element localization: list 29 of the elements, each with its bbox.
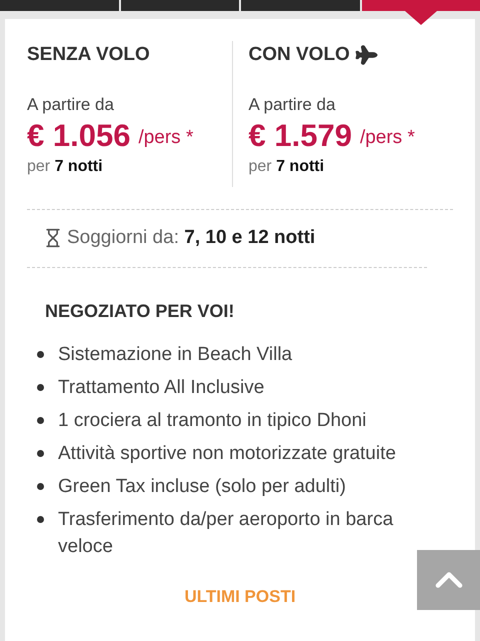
from-label: A partire da (27, 94, 115, 116)
bullet-icon (37, 450, 44, 456)
from-label: A partire da (248, 94, 336, 116)
feature-text: Trasferimento da/per aeroporto in barca veloce (58, 508, 394, 558)
stays-text: Soggiorni da: 7, 10 e 12 notti (67, 226, 316, 250)
feature-text: Attività sportive non motorizzate gratuite (58, 442, 396, 466)
bullet-icon (37, 350, 44, 358)
nights-text: per 7 notti (248, 157, 326, 177)
price-unit: /pers * (360, 126, 415, 150)
scroll-top-button[interactable] (417, 550, 480, 610)
nights-text: per 7 notti (27, 157, 104, 177)
bullet-icon (37, 482, 44, 490)
price: € 1.056 (27, 117, 130, 155)
feature-text: 1 crociera al tramonto in tipico Dhoni (58, 408, 366, 432)
price-unit: /pers * (138, 126, 194, 150)
offer-title: CON VOLO (248, 43, 350, 67)
feature-text: Green Tax incluse (solo per adulti) (58, 474, 346, 498)
offer-title: SENZA VOLO (27, 43, 150, 67)
bullet-icon (37, 384, 44, 390)
tab[interactable] (120, 0, 239, 11)
bullet-icon (37, 416, 44, 424)
section-title: NEGOZIATO PER VOI! (45, 300, 234, 320)
feature-text: Sistemazione in Beach Villa (58, 342, 292, 366)
tab[interactable] (241, 0, 360, 11)
tab[interactable] (0, 0, 118, 11)
price: € 1.579 (248, 117, 352, 155)
bullet-icon (37, 516, 44, 522)
feature-text: Trattamento All Inclusive (58, 376, 264, 400)
last-seats-label: ULTIMI POSTI (184, 586, 296, 608)
